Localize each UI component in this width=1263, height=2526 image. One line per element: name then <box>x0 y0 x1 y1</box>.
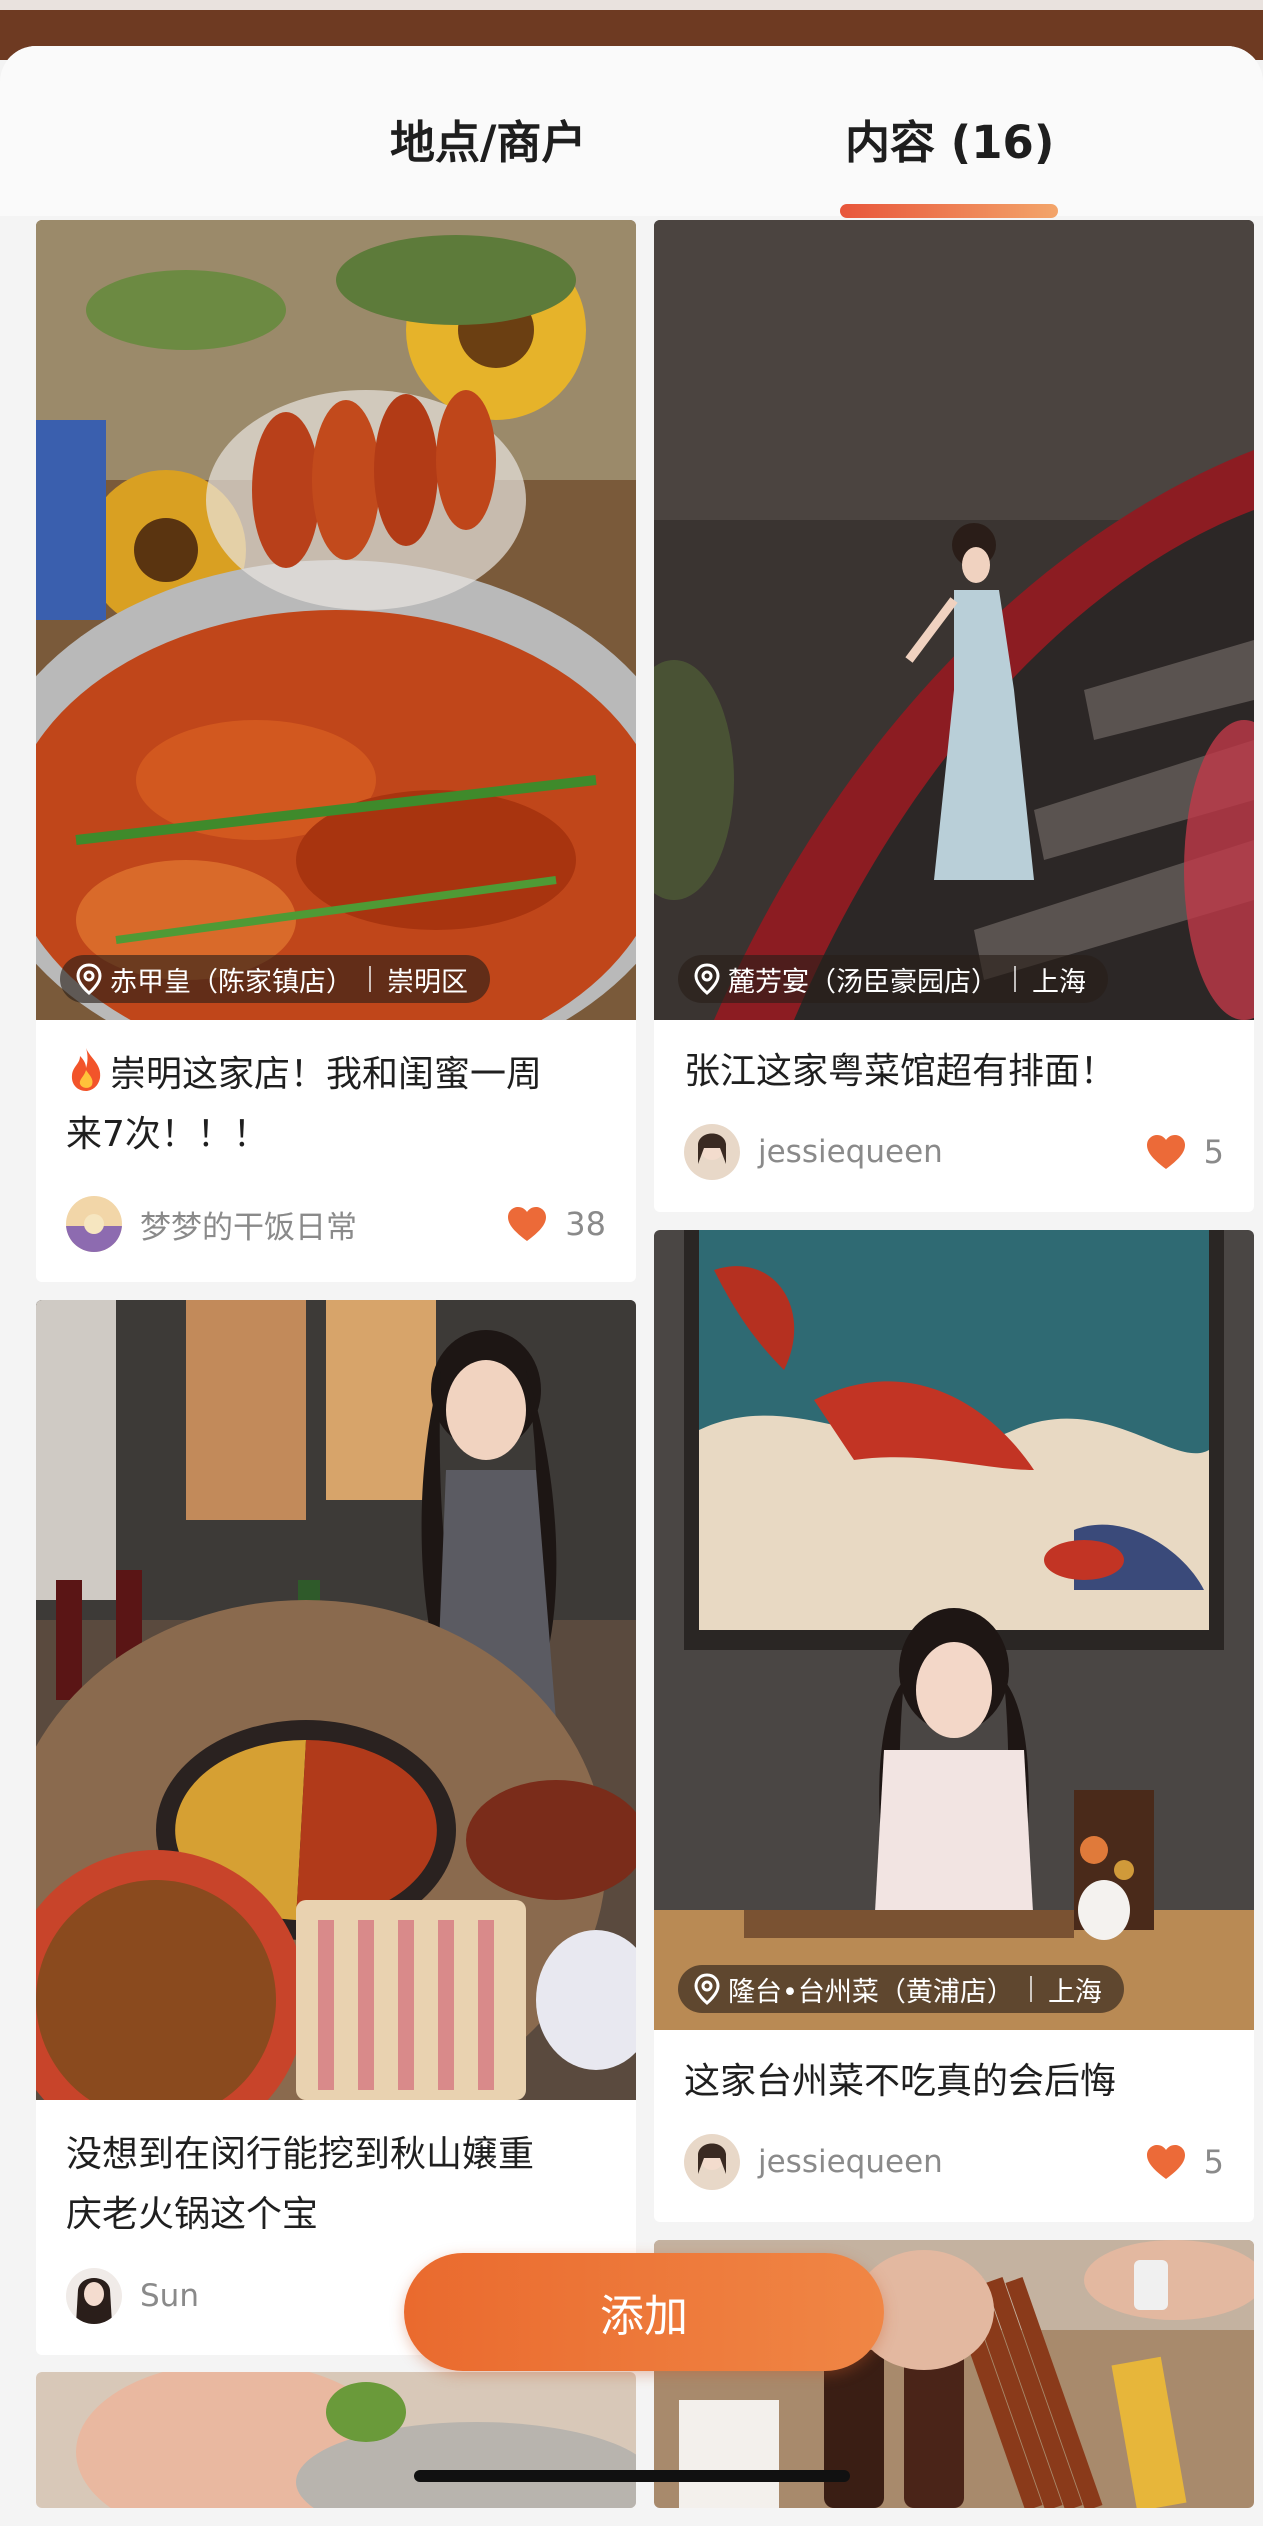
post-title-line-1: 这家台州菜不吃真的会后悔 <box>684 2061 1117 2102</box>
location-name: 赤甲皇（陈家镇店） <box>110 966 353 998</box>
post-image <box>36 220 636 1020</box>
post-title-line-2: 来7次！！！ <box>66 1114 269 1155</box>
like-count: 5 <box>1203 1133 1224 1171</box>
location-tag[interactable]: 麓芳宴（汤臣豪园店） 上海 <box>678 955 1108 1003</box>
location-pin-icon <box>76 963 102 995</box>
location-tag[interactable]: 赤甲皇（陈家镇店） 崇明区 <box>60 955 490 1003</box>
tab-header: 地点/商户 内容 (16) <box>0 46 1263 218</box>
active-tab-indicator <box>840 204 1058 218</box>
location-area: 上海 <box>1032 966 1086 998</box>
location-pin-icon <box>694 1973 720 2005</box>
post-image <box>654 1230 1254 2030</box>
post-title: 没想到在闵行能挖到秋山嬢重 庆老火锅这个宝 <box>66 2125 606 2245</box>
location-name: 麓芳宴（汤臣豪园店） <box>728 966 998 998</box>
divider <box>1029 1976 1032 2002</box>
post-image <box>654 220 1254 1020</box>
heart-icon <box>1146 2145 1185 2179</box>
author-name: 梦梦的干饭日常 <box>140 1209 357 1246</box>
location-tag[interactable]: 隆台•台州菜（黄浦店） 上海 <box>678 1965 1124 2013</box>
like-button[interactable]: 5 <box>1146 1124 1224 1180</box>
author[interactable]: jessiequeen <box>684 1124 943 1180</box>
like-button[interactable]: 5 <box>1146 2134 1224 2190</box>
avatar <box>66 1196 122 1252</box>
add-button[interactable]: 添加 <box>404 2253 884 2371</box>
status-strip <box>0 0 1263 10</box>
home-indicator <box>414 2470 850 2482</box>
post-title-line-1: 没想到在闵行能挖到秋山嬢重 <box>66 2134 535 2175</box>
divider <box>1014 966 1016 992</box>
tab-places-merchants[interactable]: 地点/商户 <box>390 106 586 171</box>
avatar <box>66 2268 122 2324</box>
author-name: Sun <box>140 2278 199 2314</box>
author-name: jessiequeen <box>758 1134 943 1170</box>
location-area: 上海 <box>1047 1976 1102 2008</box>
heart-icon <box>1146 1135 1185 1169</box>
avatar <box>684 2134 740 2190</box>
like-count: 38 <box>565 1205 606 1243</box>
location-name: 隆台•台州菜（黄浦店） <box>728 1976 1014 2008</box>
fire-emoji-icon <box>71 1048 101 1091</box>
divider <box>369 966 371 992</box>
post-title: 崇明这家店！我和闺蜜一周 来7次！！！ <box>66 1045 606 1165</box>
post-title: 张江这家粤菜馆超有排面！ <box>684 1042 1224 1102</box>
post-image <box>36 2372 636 2508</box>
tab-content[interactable]: 内容 (16) <box>845 106 1054 171</box>
post-card[interactable]: 隆台•台州菜（黄浦店） 上海 这家台州菜不吃真的会后悔 jessiequeen … <box>654 1230 1254 2222</box>
avatar <box>684 1124 740 1180</box>
post-title-line-2: 庆老火锅这个宝 <box>66 2194 319 2235</box>
like-count: 5 <box>1203 2143 1224 2181</box>
post-card[interactable] <box>36 2372 636 2508</box>
author[interactable]: jessiequeen <box>684 2134 943 2190</box>
author-name: jessiequeen <box>758 2144 943 2180</box>
heart-icon <box>508 1207 547 1241</box>
author[interactable]: 梦梦的干饭日常 <box>66 1196 357 1252</box>
post-card[interactable]: 没想到在闵行能挖到秋山嬢重 庆老火锅这个宝 Sun <box>36 1300 636 2355</box>
post-title-line-1: 崇明这家店！我和闺蜜一周 <box>110 1054 543 1095</box>
post-title: 这家台州菜不吃真的会后悔 <box>684 2052 1224 2112</box>
post-title-line-1: 张江这家粤菜馆超有排面！ <box>684 1051 1117 1092</box>
post-card[interactable]: 赤甲皇（陈家镇店） 崇明区 崇明这家店！我和闺蜜一周 来7次！！！ 梦梦的干饭日… <box>36 220 636 1282</box>
author[interactable]: Sun <box>66 2268 199 2324</box>
post-card[interactable]: 麓芳宴（汤臣豪园店） 上海 张江这家粤菜馆超有排面！ jessiequeen 5 <box>654 220 1254 1212</box>
post-image <box>36 1300 636 2100</box>
location-area: 崇明区 <box>387 966 468 998</box>
location-pin-icon <box>694 963 720 995</box>
like-button[interactable]: 38 <box>507 1196 606 1252</box>
